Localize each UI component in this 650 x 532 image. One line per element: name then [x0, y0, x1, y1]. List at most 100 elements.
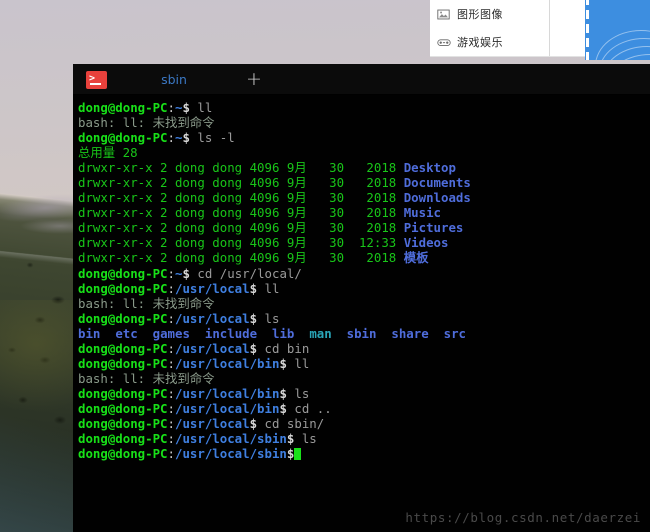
prompt-user: dong@dong-PC	[78, 446, 168, 462]
prompt-user: dong@dong-PC	[78, 100, 168, 115]
ls-entry: games	[152, 325, 190, 341]
terminal-prompt-line: dong@dong-PC:/usr/local/bin$ cd ..	[78, 401, 650, 416]
prompt-colon: :	[167, 431, 175, 447]
ls-entry: src	[443, 325, 467, 341]
listing-name: Music	[403, 205, 442, 221]
terminal-listing-row: drwxr-xr-x 2 dong dong 4096 9月 30 2018 D…	[78, 160, 650, 175]
error-text: bash: ll: 未找到命令	[78, 370, 215, 386]
listing-meta: drwxr-xr-x 2 dong dong 4096 9月 30 2018	[78, 205, 404, 221]
terminal-listing-row: drwxr-xr-x 2 dong dong 4096 9月 30 2018 D…	[78, 190, 650, 205]
ls-gap	[257, 326, 272, 341]
prompt-colon: :	[167, 355, 175, 371]
prompt-colon: :	[167, 130, 175, 146]
ls-gap	[190, 326, 205, 341]
terminal-error-line: bash: ll: 未找到命令	[78, 296, 650, 311]
prompt-symbol: $	[279, 355, 287, 371]
prompt-command: ls	[286, 385, 310, 401]
terminal-output-area[interactable]: dong@dong-PC:~$ ll bash: ll: 未找到命令 dong@do…	[73, 95, 650, 461]
prompt-user: dong@dong-PC	[78, 310, 168, 326]
prompt-colon: :	[167, 100, 175, 115]
terminal-ls-row: bin etc games include lib man sbin share…	[78, 326, 650, 341]
prompt-symbol: $	[182, 265, 190, 281]
prompt-colon: :	[167, 400, 175, 416]
terminal-icon	[86, 70, 107, 89]
listing-meta: drwxr-xr-x 2 dong dong 4096 9月 30 2018	[78, 250, 404, 266]
prompt-user: dong@dong-PC	[78, 130, 168, 146]
blue-accent-panel	[585, 0, 650, 60]
listing-name: Documents	[403, 175, 471, 191]
ls-gap	[100, 326, 115, 341]
terminal-listing-row: drwxr-xr-x 2 dong dong 4096 9月 30 2018 M…	[78, 205, 650, 220]
listing-name: 模板	[403, 250, 429, 266]
terminal-prompt-line: dong@dong-PC:~$ cd /usr/local/	[78, 266, 650, 281]
prompt-command: cd bin	[257, 340, 310, 356]
prompt-command: ll	[286, 355, 310, 371]
menu-divider	[430, 56, 585, 57]
ls-entry: share	[391, 325, 429, 341]
terminal-listing-row: drwxr-xr-x 2 dong dong 4096 9月 30 2018 D…	[78, 175, 650, 190]
menu-item-graphics[interactable]: 图形图像	[430, 0, 549, 28]
prompt-symbol: $	[279, 400, 287, 416]
ls-gap	[138, 326, 153, 341]
gamepad-icon	[436, 35, 451, 50]
ls-gap	[294, 326, 309, 341]
prompt-path: /usr/local	[175, 340, 250, 356]
terminal-window[interactable]: sbin + dong@dong-PC:~$ llbash: ll: 未找到命令…	[73, 64, 650, 532]
tab-sbin[interactable]: sbin	[120, 64, 228, 95]
watermark: https://blog.csdn.net/daerzei	[405, 510, 641, 525]
terminal-tab-bar: sbin +	[73, 64, 650, 95]
prompt-path: /usr/local/bin	[175, 400, 280, 416]
prompt-colon: :	[167, 280, 175, 296]
prompt-symbol: $	[279, 385, 287, 401]
menu-item-label: 图形图像	[457, 8, 503, 21]
listing-meta: drwxr-xr-x 2 dong dong 4096 9月 30 2018	[78, 220, 404, 236]
ls-entry: etc	[115, 325, 138, 341]
terminal-listing-row: drwxr-xr-x 2 dong dong 4096 9月 30 2018 模…	[78, 250, 650, 265]
prompt-symbol: $	[286, 446, 295, 462]
error-text: bash: ll: 未找到命令	[78, 295, 215, 311]
prompt-user: dong@dong-PC	[78, 355, 168, 371]
prompt-command: ll	[257, 280, 280, 296]
prompt-path: /usr/local	[175, 310, 250, 326]
terminal-prompt-line: dong@dong-PC:/usr/local$ cd bin	[78, 341, 650, 356]
terminal-cursor	[294, 448, 302, 461]
prompt-colon: :	[167, 265, 175, 281]
prompt-path: /usr/local/bin	[175, 355, 280, 371]
prompt-colon: :	[167, 415, 175, 431]
output-text: 总用量 28	[78, 145, 138, 161]
ls-gap	[332, 326, 347, 341]
terminal-output-line: 总用量 28	[78, 145, 650, 160]
terminal-error-line: bash: ll: 未找到命令	[78, 115, 650, 130]
terminal-prompt-line: dong@dong-PC:/usr/local$ cd sbin/	[78, 416, 650, 431]
prompt-path: /usr/local/sbin	[175, 431, 287, 447]
ls-entry: include	[204, 325, 258, 341]
terminal-app-icon-cell	[73, 64, 120, 95]
menu-item-label: 游戏娱乐	[457, 36, 503, 49]
prompt-colon: :	[167, 446, 175, 462]
terminal-prompt-line: dong@dong-PC:/usr/local/sbin$	[78, 446, 650, 461]
application-popup-menu[interactable]: 图形图像 游戏娱乐	[430, 0, 550, 57]
ls-entry: bin	[78, 325, 101, 341]
terminal-prompt-line: dong@dong-PC:/usr/local/bin$ ll	[78, 356, 650, 371]
screen: 图形图像 游戏娱乐 sbin	[0, 0, 650, 532]
prompt-user: dong@dong-PC	[78, 265, 168, 281]
new-tab-button[interactable]: +	[228, 64, 280, 95]
prompt-symbol: $	[249, 415, 258, 431]
prompt-colon: :	[167, 385, 175, 401]
ls-gap	[376, 326, 391, 341]
listing-meta: drwxr-xr-x 2 dong dong 4096 9月 30 2018	[78, 190, 404, 206]
ls-gap	[429, 326, 444, 341]
error-text: bash: ll: 未找到命令	[78, 115, 215, 131]
prompt-command: ls	[294, 431, 317, 447]
popup-submenu-pane	[550, 0, 585, 57]
prompt-command: ls	[257, 310, 280, 326]
prompt-command: cd sbin/	[257, 415, 325, 431]
ls-entry: lib	[272, 325, 295, 341]
menu-item-games[interactable]: 游戏娱乐	[430, 28, 549, 56]
image-icon	[436, 7, 451, 22]
prompt-symbol: $	[249, 280, 258, 296]
listing-meta: drwxr-xr-x 2 dong dong 4096 9月 30 2018	[78, 175, 404, 191]
prompt-user: dong@dong-PC	[78, 280, 168, 296]
prompt-user: dong@dong-PC	[78, 400, 168, 416]
terminal-prompt-line: dong@dong-PC:/usr/local/bin$ ls	[78, 386, 650, 401]
